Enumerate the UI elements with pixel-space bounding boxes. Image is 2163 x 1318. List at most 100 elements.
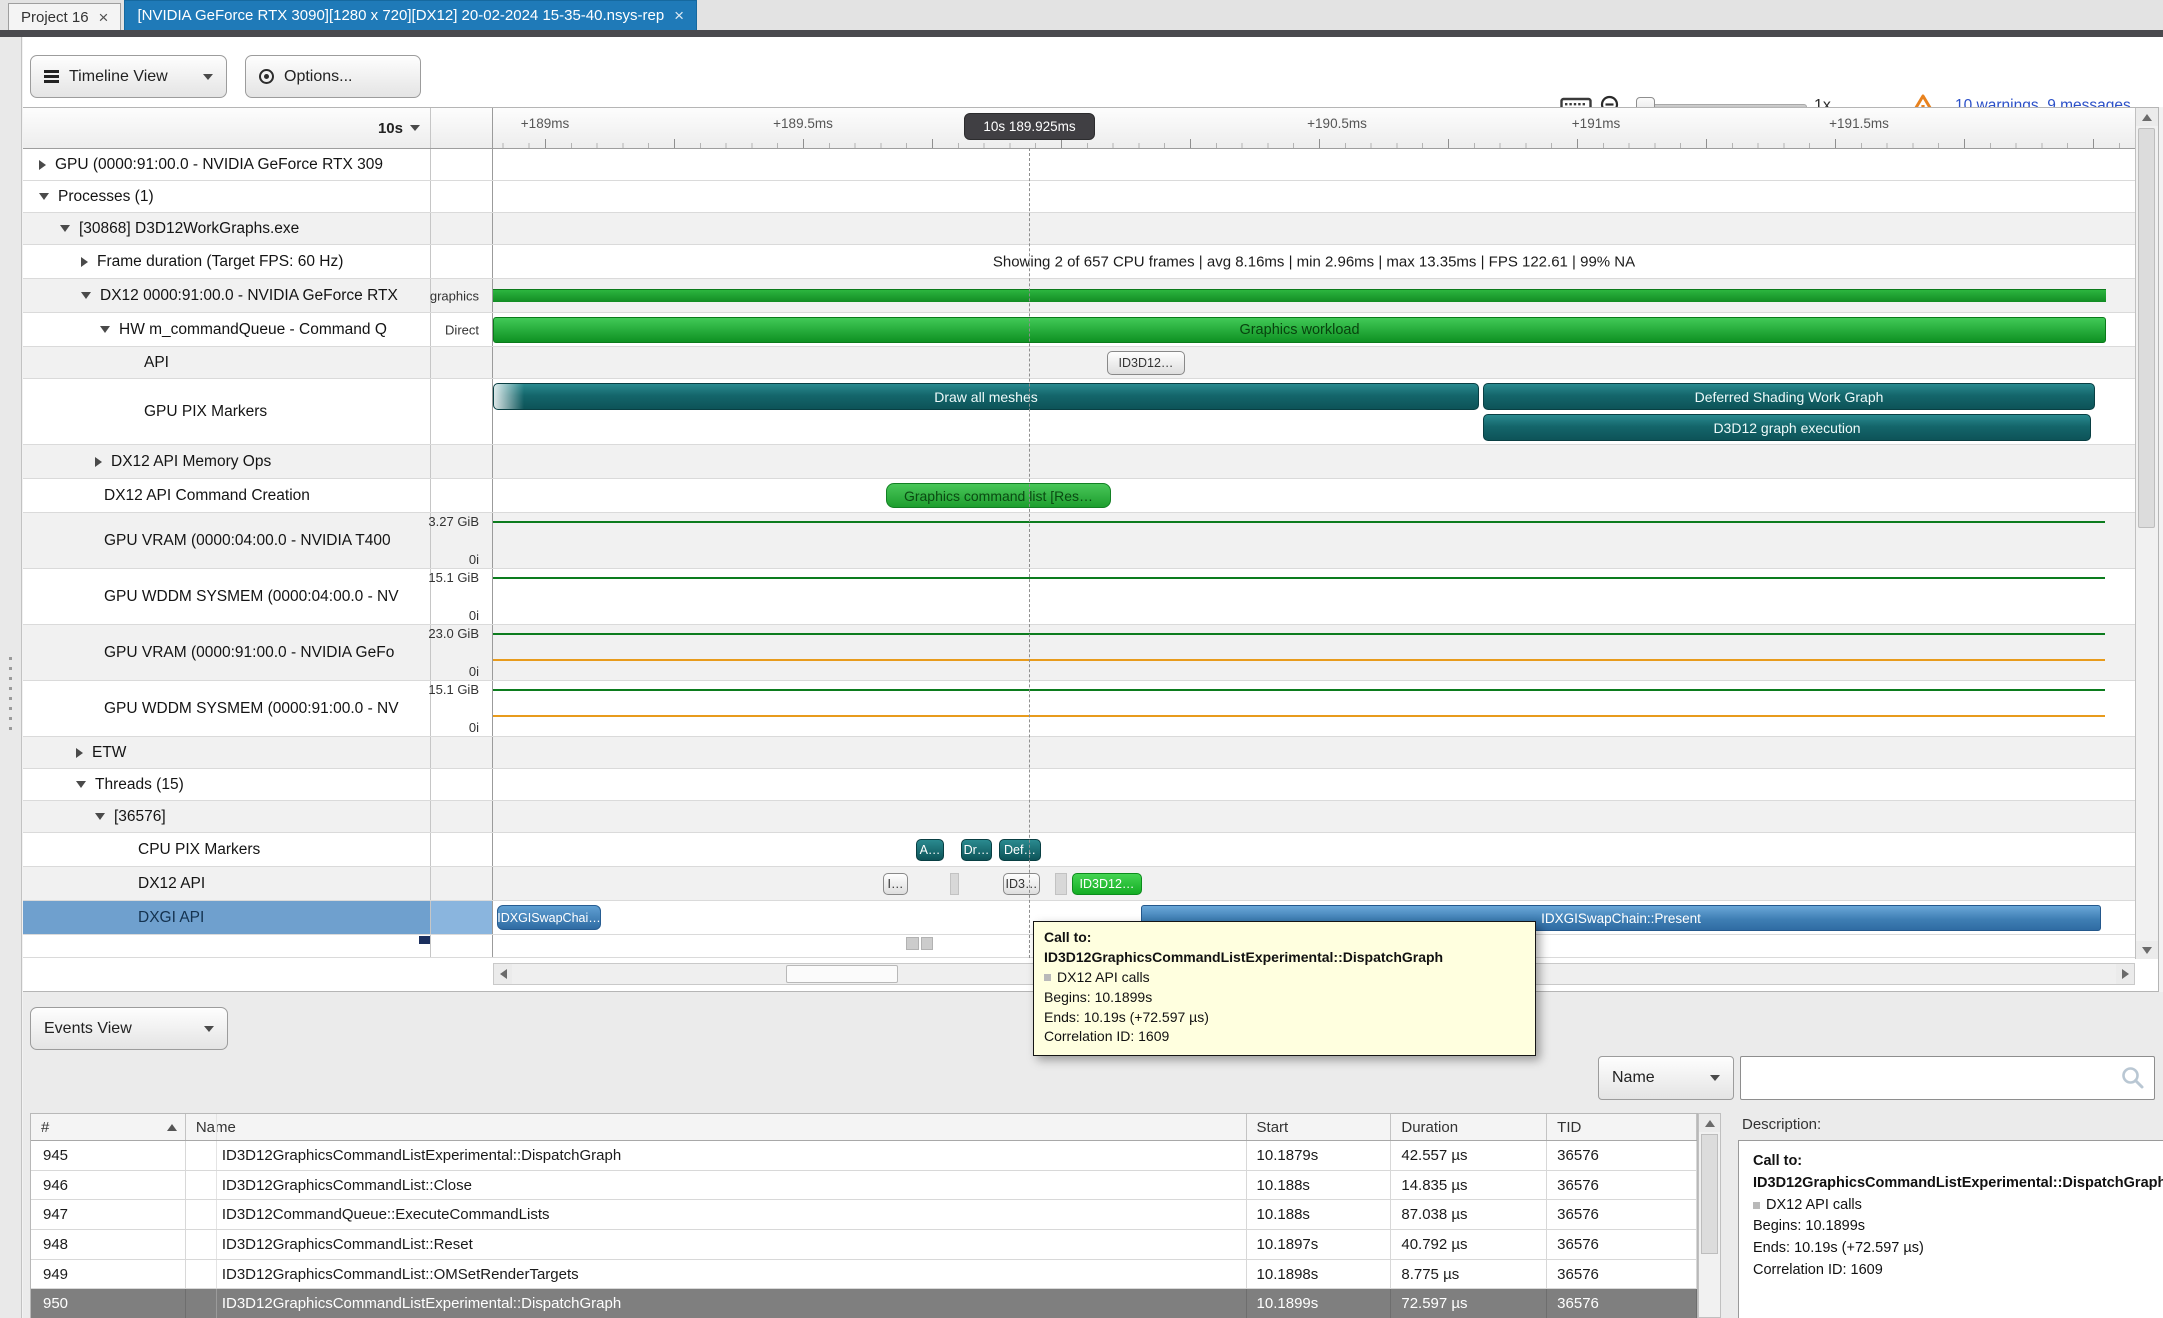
timeline-row-dx12-api-command-creation[interactable]: DX12 API Command Creation Graphics comma… — [23, 479, 2135, 513]
tree-cell[interactable]: GPU WDDM SYSMEM (0000:91:00.0 - NV — [23, 681, 431, 736]
tree-cell[interactable]: GPU PIX Markers — [23, 379, 431, 444]
cpu-pix-chip[interactable]: A… — [916, 839, 944, 861]
timeline-row-api[interactable]: API ID3D12… — [23, 347, 2135, 379]
scroll-down-arrow[interactable] — [2136, 941, 2158, 959]
tab-report[interactable]: [NVIDIA GeForce RTX 3090][1280 x 720][DX… — [124, 0, 697, 30]
tab-project[interactable]: Project 16 × — [8, 3, 121, 30]
row-canvas[interactable] — [493, 513, 2135, 568]
timeline-row-dx12-api[interactable]: DX12 API I… ID3… ID3D12… — [23, 867, 2135, 901]
timeline-row-gpu-wddm-sysmem-91[interactable]: GPU WDDM SYSMEM (0000:91:00.0 - NV 15.1 … — [23, 681, 2135, 737]
tree-cell[interactable]: GPU VRAM (0000:91:00.0 - NVIDIA GeFo — [23, 625, 431, 680]
collapse-icon[interactable] — [100, 326, 110, 333]
table-row[interactable]: 946 ID3D12GraphicsCommandList::Close 10.… — [31, 1171, 1697, 1201]
dx12-api-selected-chip[interactable]: ID3D12… — [1072, 873, 1142, 895]
tree-cell[interactable]: DX12 API — [23, 867, 431, 900]
collapse-icon[interactable] — [76, 781, 86, 788]
row-canvas[interactable]: Draw all meshes Deferred Shading Work Gr… — [493, 379, 2135, 444]
timeline-row-gpu-pix-markers[interactable]: GPU PIX Markers Draw all meshes Deferred… — [23, 379, 2135, 445]
timeline-row-gpu-vram-t400[interactable]: GPU VRAM (0000:04:00.0 - NVIDIA T400 3.2… — [23, 513, 2135, 569]
cpu-pix-chip[interactable]: Def… — [999, 839, 1041, 861]
tree-cell[interactable]: [30868] D3D12WorkGraphs.exe — [23, 213, 431, 244]
row-canvas[interactable]: I… ID3… ID3D12… — [493, 867, 2135, 900]
row-canvas[interactable] — [493, 801, 2135, 832]
row-canvas[interactable]: ID3D12… — [493, 347, 2135, 378]
collapse-icon[interactable] — [39, 193, 49, 200]
tree-cell[interactable]: Threads (15) — [23, 769, 431, 800]
col-header-num[interactable]: # — [31, 1114, 186, 1140]
timeline-row-processes[interactable]: Processes (1) — [23, 181, 2135, 213]
tree-cell[interactable]: GPU (0000:91:00.0 - NVIDIA GeForce RTX 3… — [23, 149, 431, 180]
dx12-api-chip[interactable]: ID3… — [1003, 873, 1040, 895]
tree-cell[interactable]: DXGI API — [23, 901, 431, 934]
dx12-api-sliver[interactable] — [950, 873, 959, 895]
row-canvas[interactable]: Graphics workload — [493, 313, 2135, 346]
tree-cell[interactable]: HW m_commandQueue - Command Q — [23, 313, 431, 346]
timeline-row-hw-command-queue[interactable]: HW m_commandQueue - Command Q Direct Gra… — [23, 313, 2135, 347]
events-table-scrollbar[interactable] — [1698, 1113, 1721, 1318]
tree-cell[interactable]: DX12 API Command Creation — [23, 479, 431, 512]
tree-cell[interactable]: API — [23, 347, 431, 378]
row-canvas[interactable] — [493, 769, 2135, 800]
expand-icon[interactable] — [39, 160, 46, 170]
row-canvas[interactable]: A… Dr… Def… — [493, 833, 2135, 866]
table-row[interactable]: 947 ID3D12CommandQueue::ExecuteCommandLi… — [31, 1200, 1697, 1230]
dx12-api-sliver[interactable] — [1055, 873, 1067, 895]
pix-marker-bar[interactable]: D3D12 graph execution — [1483, 414, 2091, 441]
scroll-left-arrow[interactable] — [494, 964, 512, 984]
timeline-row-gpu-vram-3090[interactable]: GPU VRAM (0000:91:00.0 - NVIDIA GeFo 23.… — [23, 625, 2135, 681]
tree-cell[interactable]: DX12 0000:91:00.0 - NVIDIA GeForce RTX — [23, 279, 431, 312]
tree-cell[interactable]: [36576] — [23, 801, 431, 832]
table-row[interactable]: 949 ID3D12GraphicsCommandList::OMSetRend… — [31, 1260, 1697, 1290]
graphics-workload-bar[interactable]: Graphics workload — [493, 317, 2106, 343]
tree-cell[interactable]: DX12 API Memory Ops — [23, 445, 431, 478]
cpu-pix-chip[interactable]: Dr… — [961, 839, 992, 861]
timeline-row-gpu-wddm-sysmem-04[interactable]: GPU WDDM SYSMEM (0000:04:00.0 - NV 15.1 … — [23, 569, 2135, 625]
row-canvas[interactable] — [493, 625, 2135, 680]
row-canvas[interactable]: Graphics command list [Res… — [493, 479, 2135, 512]
tree-cell[interactable]: GPU VRAM (0000:04:00.0 - NVIDIA T400 — [23, 513, 431, 568]
event-mark[interactable] — [906, 937, 919, 950]
scroll-thumb[interactable] — [786, 965, 898, 983]
event-mark[interactable] — [921, 937, 933, 950]
tree-cell[interactable]: Processes (1) — [23, 181, 431, 212]
scroll-up-arrow[interactable] — [1699, 1114, 1720, 1132]
timeline-row-etw[interactable]: ETW — [23, 737, 2135, 769]
scroll-right-arrow[interactable] — [2116, 964, 2134, 984]
timeline-vertical-scrollbar[interactable] — [2135, 108, 2158, 959]
collapse-icon[interactable] — [60, 225, 70, 232]
expand-icon[interactable] — [81, 257, 88, 267]
expand-icon[interactable] — [95, 457, 102, 467]
timeline-row-gpu[interactable]: GPU (0000:91:00.0 - NVIDIA GeForce RTX 3… — [23, 149, 2135, 181]
tree-cell[interactable]: ETW — [23, 737, 431, 768]
row-canvas[interactable] — [493, 569, 2135, 624]
timeline-row-cpu-pix-markers[interactable]: CPU PIX Markers A… Dr… Def… — [23, 833, 2135, 867]
col-header-start[interactable]: Start — [1247, 1114, 1392, 1140]
timeline-view-dropdown[interactable]: Timeline View — [30, 55, 227, 98]
close-icon[interactable]: × — [99, 9, 109, 26]
timeline-row-thread-36576[interactable]: [36576] — [23, 801, 2135, 833]
table-row[interactable]: 948 ID3D12GraphicsCommandList::Reset 10.… — [31, 1230, 1697, 1260]
tree-cell[interactable]: CPU PIX Markers — [23, 833, 431, 866]
timeline-row-dx12-device[interactable]: DX12 0000:91:00.0 - NVIDIA GeForce RTX g… — [23, 279, 2135, 313]
row-canvas[interactable]: Showing 2 of 657 CPU frames | avg 8.16ms… — [493, 245, 2135, 278]
timeline-row-threads[interactable]: Threads (15) — [23, 769, 2135, 801]
tree-cell[interactable]: GPU WDDM SYSMEM (0000:04:00.0 - NV — [23, 569, 431, 624]
filter-field-dropdown[interactable]: Name — [1598, 1056, 1734, 1100]
events-view-dropdown[interactable]: Events View — [30, 1007, 228, 1050]
ruler-unit-selector[interactable]: 10s — [23, 108, 431, 148]
dx12-api-chip[interactable]: I… — [883, 873, 908, 895]
table-row-selected[interactable]: 950 ID3D12GraphicsCommandListExperimenta… — [31, 1289, 1697, 1318]
row-canvas[interactable] — [493, 149, 2135, 180]
graphics-activity-bar[interactable] — [493, 289, 2106, 302]
tree-cell[interactable] — [23, 935, 431, 957]
col-header-tid[interactable]: TID — [1547, 1114, 1697, 1140]
row-canvas[interactable] — [493, 213, 2135, 244]
collapse-icon[interactable] — [81, 292, 91, 299]
dxgi-swapchain-chip[interactable]: IDXGISwapChai… — [497, 905, 601, 930]
row-canvas[interactable] — [493, 681, 2135, 736]
scroll-thumb[interactable] — [2138, 128, 2155, 528]
col-header-duration[interactable]: Duration — [1391, 1114, 1547, 1140]
row-canvas[interactable] — [493, 737, 2135, 768]
ruler-scale[interactable]: +189ms +189.5ms +190.5ms +191ms +191.5ms… — [493, 108, 2135, 148]
timeline-row-process-30868[interactable]: [30868] D3D12WorkGraphs.exe — [23, 213, 2135, 245]
